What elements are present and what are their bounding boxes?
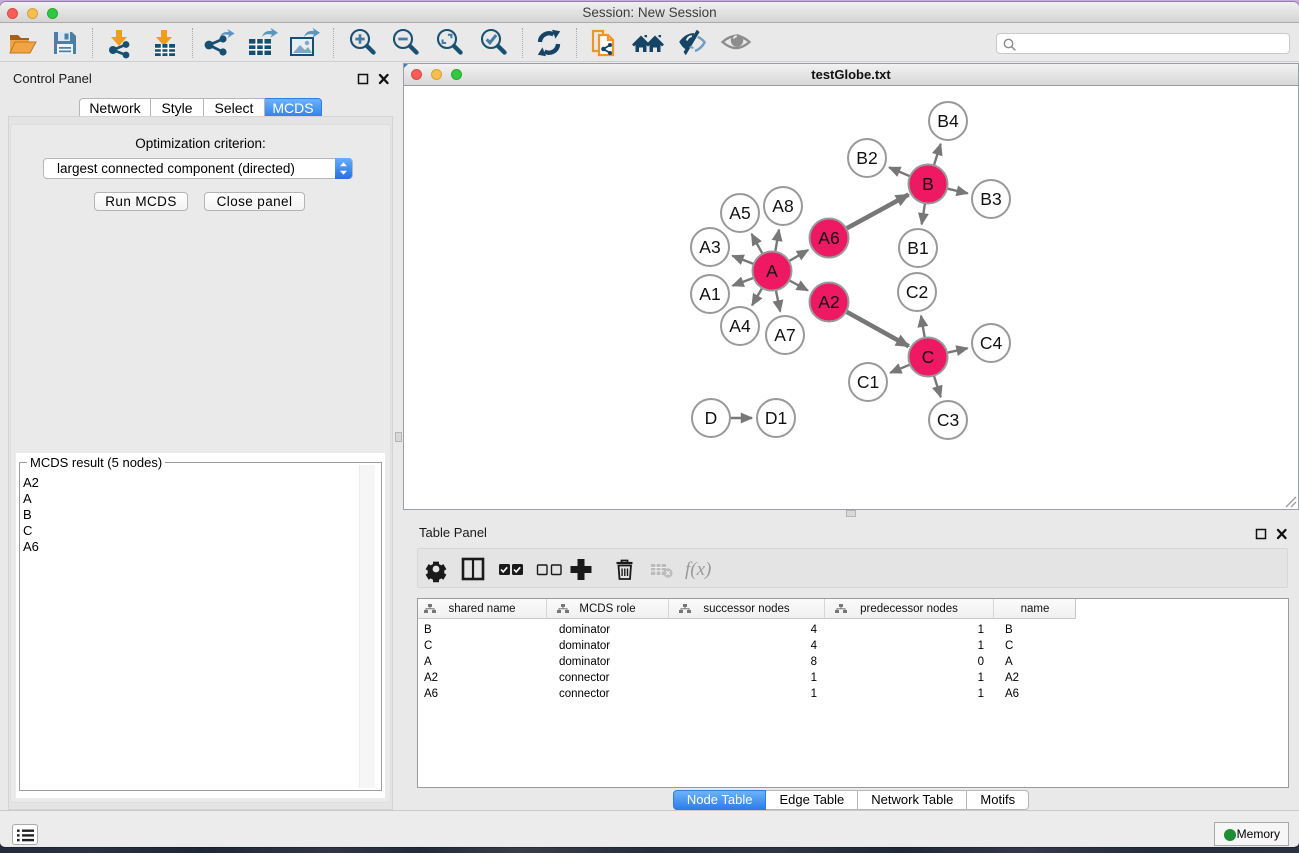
svg-text:A3: A3 bbox=[699, 237, 720, 257]
svg-text:B4: B4 bbox=[937, 111, 959, 131]
svg-text:A: A bbox=[766, 261, 778, 281]
svg-text:B2: B2 bbox=[856, 148, 877, 168]
svg-text:f(x): f(x) bbox=[685, 559, 711, 580]
svg-text:C4: C4 bbox=[980, 333, 1003, 353]
svg-text:B1: B1 bbox=[907, 238, 928, 258]
svg-text:A4: A4 bbox=[729, 316, 751, 336]
svg-text:C1: C1 bbox=[857, 372, 879, 392]
svg-text:A5: A5 bbox=[729, 203, 750, 223]
svg-text:D1: D1 bbox=[765, 408, 787, 428]
svg-text:D: D bbox=[705, 408, 718, 428]
svg-text:A6: A6 bbox=[818, 228, 839, 248]
svg-text:C: C bbox=[922, 347, 935, 367]
svg-text:C2: C2 bbox=[906, 282, 928, 302]
svg-text:A7: A7 bbox=[774, 325, 795, 345]
svg-text:C3: C3 bbox=[937, 410, 959, 430]
svg-text:A1: A1 bbox=[699, 284, 720, 304]
svg-text:B3: B3 bbox=[980, 189, 1001, 209]
svg-text:A8: A8 bbox=[772, 196, 793, 216]
svg-text:B: B bbox=[922, 174, 934, 194]
svg-text:A2: A2 bbox=[818, 292, 839, 312]
